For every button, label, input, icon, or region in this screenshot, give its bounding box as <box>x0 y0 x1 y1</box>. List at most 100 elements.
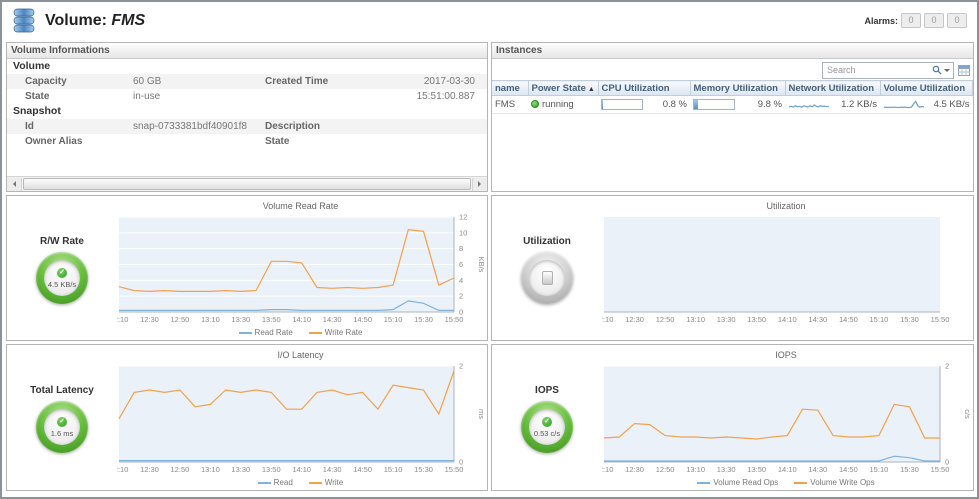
alarm-badge-warning[interactable]: 0 <box>947 13 967 28</box>
svg-text:12:30: 12:30 <box>140 465 159 474</box>
power-state-running-icon <box>531 100 539 108</box>
alarm-badge-fatal[interactable]: 0 <box>901 13 921 28</box>
svg-text:2: 2 <box>459 292 463 301</box>
field-value: in-use <box>133 89 265 104</box>
power-state-label: running <box>542 99 574 110</box>
svg-text:15:50: 15:50 <box>445 315 464 324</box>
svg-text:15:10: 15:10 <box>870 465 889 474</box>
search-box[interactable] <box>822 62 954 79</box>
volume-disks-icon <box>12 7 36 34</box>
legend-item: Write <box>309 478 344 487</box>
column-header-power-state[interactable]: Power State▲ <box>528 81 598 96</box>
field-label: Created Time <box>265 74 371 89</box>
field-label: Description <box>265 119 371 134</box>
chart-title: Volume Read Rate <box>117 197 484 212</box>
svg-text:12:30: 12:30 <box>140 315 159 324</box>
memory-utilization-cell: 9.8 % <box>690 96 785 114</box>
total-latency-gauge[interactable]: ✓ 1.6 ms <box>36 401 88 453</box>
gauge-value: 4.5 KB/s <box>48 280 76 289</box>
svg-text:ms: ms <box>477 409 484 419</box>
gauge-face: ✓ 1.6 ms <box>44 409 80 445</box>
chart-title: IOPS <box>602 346 970 361</box>
svg-text:13:50: 13:50 <box>262 315 281 324</box>
column-header-memory-utilization[interactable]: Memory Utilization <box>690 81 785 96</box>
svg-text:6: 6 <box>459 260 463 269</box>
svg-text:15:10: 15:10 <box>384 465 403 474</box>
gauge-knob <box>542 271 553 285</box>
volume-read-rate-chart-area: Volume Read Rate 02468101212:1012:3012:5… <box>117 197 484 339</box>
svg-text:13:50: 13:50 <box>262 465 281 474</box>
scroll-right-button[interactable] <box>472 178 487 191</box>
rw-rate-gauge[interactable]: ✓ 4.5 KB/s <box>36 252 88 304</box>
status-ok-icon: ✓ <box>57 268 67 278</box>
iops-chart[interactable]: 0212:1012:3012:5013:1013:3013:5014:1014:… <box>602 361 970 476</box>
page-title: Volume: FMS <box>45 12 145 30</box>
svg-text:14:30: 14:30 <box>323 315 342 324</box>
chart-title: Utilization <box>602 197 970 212</box>
volume-read-rate-chart[interactable]: 02468101212:1012:3012:5013:1013:3013:501… <box>117 212 484 326</box>
svg-text:13:50: 13:50 <box>747 315 766 324</box>
legend-line-swatch <box>697 482 710 484</box>
instance-name-cell[interactable]: FMS <box>492 96 528 114</box>
volume-informations-title: Volume Informations <box>7 43 487 59</box>
network-utilization-cell: 1.2 KB/s <box>785 96 880 114</box>
utilization-gauge[interactable] <box>521 252 573 304</box>
column-header-name[interactable]: name <box>492 81 528 96</box>
page-header: Volume: FMS Alarms: 0 0 0 <box>2 2 977 39</box>
field-value <box>133 134 265 149</box>
field-value: 2017-03-30 15:51:00.887 <box>371 74 487 89</box>
column-header-cpu-utilization[interactable]: CPU Utilization <box>598 81 690 96</box>
field-value <box>371 134 487 149</box>
instance-row[interactable]: FMS running 0.8 % 9.8 % <box>492 96 973 114</box>
scroll-left-button[interactable] <box>7 178 22 191</box>
svg-text:13:50: 13:50 <box>747 465 766 474</box>
alarm-badge-critical[interactable]: 0 <box>924 13 944 28</box>
info-row-snapshot-id: Id snap-0733381bdf40901f8 Description <box>7 119 487 134</box>
memory-utilization-value: 9.8 % <box>739 99 782 110</box>
volume-sparkline <box>883 98 925 111</box>
table-customizer-icon[interactable] <box>958 65 970 76</box>
utilization-chart[interactable]: 12:1012:3012:5013:1013:3013:5014:1014:30… <box>602 212 970 326</box>
column-header-volume-utilization[interactable]: Volume Utilization <box>880 81 973 96</box>
volume-informations-panel: Volume Informations Volume Capacity 60 G… <box>6 42 488 192</box>
svg-text:2: 2 <box>459 362 463 371</box>
utilization-panel: Utilization Utilization 12:1012:3012:501… <box>491 195 974 341</box>
chart-legend: Read RateWrite Rate <box>117 326 484 339</box>
column-header-network-utilization[interactable]: Network Utilization <box>785 81 880 96</box>
legend-item: Read Rate <box>239 328 293 337</box>
svg-text:13:10: 13:10 <box>201 465 220 474</box>
volume-utilization-cell: 4.5 KB/s <box>880 96 973 114</box>
scroll-thumb[interactable] <box>23 178 471 190</box>
horizontal-scrollbar[interactable] <box>7 176 487 191</box>
field-label: Id <box>7 119 133 134</box>
io-latency-panel: Total Latency ✓ 1.6 ms I/O Latency 0212:… <box>6 344 488 491</box>
field-label: State <box>265 134 371 149</box>
svg-text:15:10: 15:10 <box>870 315 889 324</box>
sort-ascending-icon: ▲ <box>588 86 595 93</box>
legend-line-swatch <box>309 482 322 484</box>
iops-gauge[interactable]: ✓ 0.53 c/s <box>521 401 573 453</box>
field-value <box>371 119 487 134</box>
svg-text:12:10: 12:10 <box>117 465 128 474</box>
iops-chart-area: IOPS 0212:1012:3012:5013:1013:3013:5014:… <box>602 346 970 489</box>
gauge-face: ✓ 0.53 c/s <box>529 409 565 445</box>
column-label: Power State <box>532 83 586 94</box>
legend-line-swatch <box>794 482 807 484</box>
io-latency-chart[interactable]: 0212:1012:3012:5013:1013:3013:5014:1014:… <box>117 361 484 476</box>
svg-text:14:50: 14:50 <box>353 465 372 474</box>
rw-rate-gauge-column: R/W Rate ✓ 4.5 KB/s <box>7 196 117 340</box>
arrow-left-icon <box>10 181 16 187</box>
gauge-label: R/W Rate <box>7 236 117 247</box>
svg-text:15:50: 15:50 <box>445 465 464 474</box>
svg-text:13:10: 13:10 <box>201 315 220 324</box>
info-row-state: State in-use <box>7 89 487 104</box>
svg-text:12:50: 12:50 <box>656 465 675 474</box>
field-value: 60 GB <box>133 74 265 89</box>
search-input[interactable] <box>825 65 932 75</box>
search-options-caret-icon[interactable] <box>944 69 950 75</box>
svg-text:15:30: 15:30 <box>900 315 919 324</box>
search-icon[interactable] <box>932 65 942 75</box>
instances-table: name Power State▲ CPU Utilization Memory… <box>492 80 973 114</box>
gauge-face: ✓ 4.5 KB/s <box>44 260 80 296</box>
legend-item: Volume Read Ops <box>697 478 778 487</box>
